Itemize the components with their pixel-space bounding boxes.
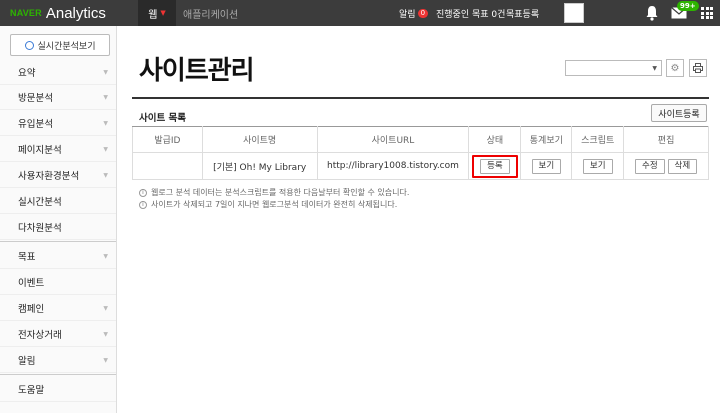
print-button[interactable] [689,59,707,77]
register-highlight: 등록 [472,154,518,178]
tab-web[interactable]: 웹 ▼ [138,0,176,26]
header-edit: 편집 [623,126,709,153]
apps-grid-icon[interactable] [701,7,713,19]
header-site-url: 사이트URL [316,126,470,153]
sidebar-item[interactable]: 도움말 [0,377,116,402]
cell-stats: 보기 [520,152,573,180]
chevron-down-icon: ▼ [103,357,108,364]
sidebar-item-label: 알림 [18,356,36,367]
notice-text: 웹로그 분석 데이터는 분석스크립트를 적용한 다음날부터 확인할 수 있습니다… [151,188,410,197]
sidebar-item[interactable]: 방문분석 ▼ [0,85,116,110]
header-script: 스크립트 [571,126,625,153]
avatar[interactable] [564,3,584,23]
alarm-link[interactable]: 알림 0 [399,0,429,26]
cell-status: 등록 [468,152,522,180]
sidebar-divider [0,374,116,375]
sidebar-item-label: 요약 [18,68,36,79]
sidebar-item-label: 다차원분석 [18,223,62,234]
sidebar-item[interactable]: 다차원분석 [0,215,116,240]
sidebar-item[interactable]: 목표 ▼ [0,244,116,269]
cell-script: 보기 [571,152,625,180]
edit-button[interactable]: 수정 [635,158,665,174]
sidebar-item-label: 유입분석 [18,119,53,130]
notice-text: 사이트가 삭제되고 7일이 지나면 웹로그분석 데이터가 완전히 삭제됩니다. [151,200,398,209]
chevron-down-icon: ▼ [103,253,108,260]
main-content: 사이트관리 ▼ ⚙ 사이트 목록 사이트등록 발급ID 사이트명 사이트URL … [117,26,720,413]
section-title: 사이트 목록 [139,113,187,124]
clock-icon [24,40,34,50]
sidebar-divider [0,241,116,242]
chevron-down-icon: ▼ [103,120,108,127]
chevron-down-icon: ▼ [160,9,166,17]
brand-naver: NAVER [10,8,42,18]
view-stats-button[interactable]: 보기 [531,158,562,174]
sidebar-item-label: 사용자환경분석 [18,171,80,182]
realtime-analysis-button[interactable]: 실시간분석보기 [10,34,110,56]
sidebar-item-label: 이벤트 [18,278,45,289]
tab-application[interactable]: 애플리케이션 [183,0,238,26]
alarm-label: 알림 [399,9,416,20]
sidebar-item[interactable]: 요약 ▼ [0,60,116,85]
info-icon: i [139,201,147,209]
sidebar-item-label: 실시간분석 [18,197,62,208]
view-script-button[interactable]: 보기 [582,158,613,174]
table-row: [기본] Oh! My Library http://library1008.t… [132,152,709,180]
sidebar-item-label: 도움말 [18,385,45,396]
sidebar-item[interactable]: 유입분석 ▼ [0,111,116,136]
site-select[interactable]: ▼ [565,60,662,76]
sidebar-item[interactable]: 이벤트 [0,270,116,295]
sidebar-item[interactable]: 전자상거래 ▼ [0,322,116,347]
sidebar-item[interactable]: 알림 ▼ [0,348,116,373]
goal-register-link[interactable]: 목표등록 [506,0,539,26]
info-icon: i [139,189,147,197]
sidebar-item[interactable]: 페이지분석 ▼ [0,137,116,162]
cell-id [132,152,203,180]
sidebar: 실시간분석보기 요약 ▼ 방문분석 ▼ 유입분석 ▼ 페이지분석 ▼ 사용자환경분석 ▼ 실시간분석… [0,26,117,413]
sidebar-item-label: 캠페인 [18,304,45,315]
gear-icon: ⚙ [670,62,680,74]
chevron-down-icon: ▼ [103,305,108,312]
notice-item: i 사이트가 삭제되고 7일이 지나면 웹로그분석 데이터가 완전히 삭제됩니다… [139,199,409,211]
print-icon [693,63,703,73]
tab-web-label: 웹 [148,9,158,21]
goal-progress-link[interactable]: 진행중인 목표 0건 [436,0,505,26]
notice-item: i 웹로그 분석 데이터는 분석스크립트를 적용한 다음날부터 확인할 수 있습… [139,187,409,199]
sidebar-item-label: 목표 [18,252,36,263]
chevron-down-icon: ▼ [103,69,108,76]
header-site-name: 사이트명 [201,126,318,153]
table-header-row: 발급ID 사이트명 사이트URL 상태 통계보기 스크립트 편집 [132,126,709,153]
chevron-down-icon: ▼ [103,331,108,338]
chevron-down-icon: ▼ [103,94,108,101]
notice-list: i 웹로그 분석 데이터는 분석스크립트를 적용한 다음날부터 확인할 수 있습… [139,187,409,211]
cell-site-url: http://library1008.tistory.com [316,152,470,180]
brand-analytics: Analytics [45,4,106,22]
header-stats: 통계보기 [520,126,573,153]
alarm-count-badge: 0 [417,8,429,18]
sidebar-item-label: 방문분석 [18,93,53,104]
header-id: 발급ID [132,126,203,153]
top-navigation-bar: NAVER Analytics [0,0,720,26]
register-button[interactable]: 등록 [480,158,510,174]
title-divider [132,97,709,99]
bell-icon[interactable] [645,5,659,21]
page-title: 사이트관리 [139,56,255,86]
cell-edit: 수정 삭제 [623,152,709,180]
add-site-button[interactable]: 사이트등록 [651,104,707,122]
naver-analytics-logo[interactable]: NAVER Analytics [10,0,106,26]
sidebar-item[interactable]: 실시간분석 [0,189,116,214]
chevron-down-icon: ▼ [103,172,108,179]
delete-button[interactable]: 삭제 [667,158,698,174]
sidebar-item-label: 페이지분석 [18,145,62,156]
realtime-button-label: 실시간분석보기 [37,41,96,52]
sidebar-item[interactable]: 캠페인 ▼ [0,296,116,321]
settings-button[interactable]: ⚙ [666,59,684,77]
header-status: 상태 [468,126,522,153]
site-table: 발급ID 사이트명 사이트URL 상태 통계보기 스크립트 편집 [기본] Oh… [132,126,709,180]
sidebar-item[interactable]: 사용자환경분석 ▼ [0,163,116,188]
sidebar-item-label: 전자상거래 [18,330,62,341]
cell-site-name: [기본] Oh! My Library [201,152,318,180]
chevron-down-icon: ▼ [652,65,657,72]
mail-count-badge: 99+ [677,1,699,11]
chevron-down-icon: ▼ [103,146,108,153]
